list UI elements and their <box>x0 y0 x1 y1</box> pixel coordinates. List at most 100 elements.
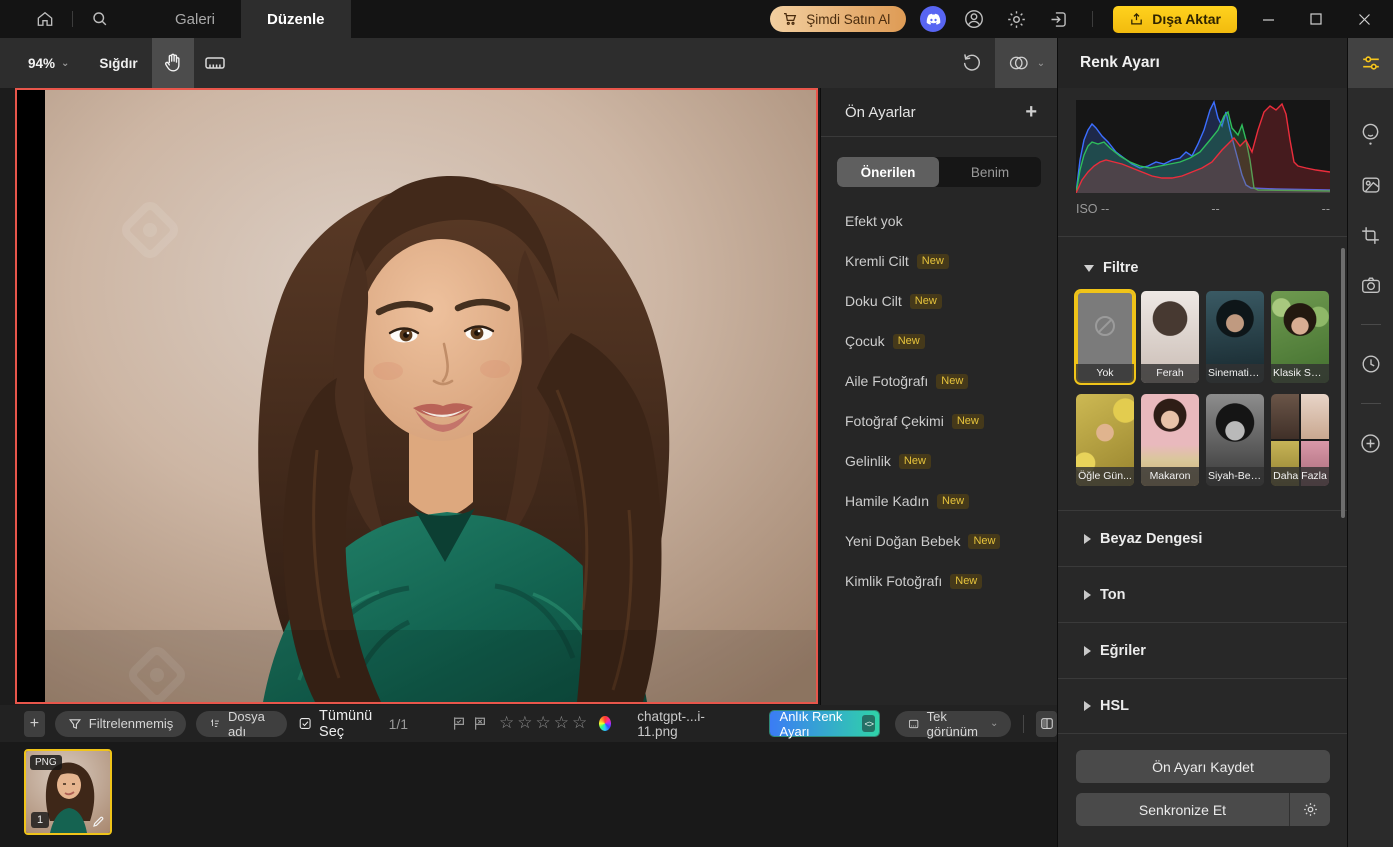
maximize-button[interactable] <box>1299 0 1333 38</box>
camera-icon <box>1360 274 1382 296</box>
selection-count: 1/1 <box>389 716 408 732</box>
preset-label: Gelinlik <box>845 453 891 469</box>
preset-item[interactable]: Fotoğraf ÇekimiNew <box>821 401 1057 441</box>
flag-reject-icon[interactable] <box>473 716 487 731</box>
export-button[interactable]: Dışa Aktar <box>1113 6 1237 33</box>
filter-tile[interactable]: Siyah-Bey... <box>1206 394 1264 486</box>
section-white-balance[interactable]: Beyaz Dengesi <box>1058 510 1347 566</box>
filter-tile-none[interactable]: Yok <box>1076 291 1134 383</box>
preset-item[interactable]: Hamile KadınNew <box>821 481 1057 521</box>
select-all-control[interactable]: Tümünü Seç 1/1 <box>299 708 408 740</box>
split-view-icon <box>1039 716 1055 731</box>
search-button[interactable] <box>79 0 121 38</box>
crop-tool[interactable] <box>1348 210 1393 260</box>
star-icon[interactable]: ☆ <box>554 715 569 732</box>
exif-value-center: -- <box>1211 202 1219 216</box>
preset-item[interactable]: GelinlikNew <box>821 441 1057 481</box>
history-tool[interactable] <box>1348 339 1393 389</box>
undo-button[interactable] <box>949 38 995 88</box>
add-tool[interactable] <box>1348 418 1393 468</box>
zoom-level-dropdown[interactable]: 94% ⌄ <box>28 56 69 71</box>
add-preset-button[interactable]: + <box>1025 102 1037 122</box>
compare-button[interactable]: ⌄ <box>995 38 1057 88</box>
minimize-button[interactable] <box>1251 0 1285 38</box>
filter-status-button[interactable]: Filtrelenmemiş <box>55 711 187 737</box>
save-preset-button[interactable]: Ön Ayarı Kaydet <box>1076 750 1330 783</box>
discord-icon <box>926 13 941 25</box>
presets-tabs: Önerilen Benim <box>837 157 1041 187</box>
sync-settings-button[interactable] <box>1290 793 1330 826</box>
exif-info-row: ISO -- -- -- <box>1076 202 1330 216</box>
section-title: Ton <box>1100 587 1126 603</box>
view-mode-dropdown[interactable]: Tek görünüm ⌄ <box>895 711 1011 737</box>
preset-item[interactable]: Kimlik FotoğrafıNew <box>821 561 1057 601</box>
hand-tool-button[interactable] <box>152 38 194 88</box>
home-button[interactable] <box>24 0 66 38</box>
color-panel-header: Renk Ayarı <box>1057 38 1347 88</box>
crop-icon <box>1360 225 1381 246</box>
preset-item[interactable]: Aile FotoğrafıNew <box>821 361 1057 401</box>
tab-recommended[interactable]: Önerilen <box>837 157 939 187</box>
account-button[interactable] <box>960 5 988 33</box>
tab-edit[interactable]: Düzenle <box>241 0 351 38</box>
fit-button[interactable]: Sığdır <box>99 56 137 71</box>
filter-tile[interactable]: Öğle Gün... <box>1076 394 1134 486</box>
filter-section-header[interactable]: Filtre <box>1084 260 1138 276</box>
star-icon[interactable]: ☆ <box>572 715 587 732</box>
section-hsl[interactable]: HSL <box>1058 678 1347 734</box>
preset-item[interactable]: ÇocukNew <box>821 321 1057 361</box>
filter-label: Ferah <box>1141 364 1199 383</box>
close-button[interactable] <box>1347 0 1381 38</box>
camera-tool[interactable] <box>1348 260 1393 310</box>
filter-tile-more[interactable]: Daha Fazla <box>1271 394 1329 486</box>
preset-item[interactable]: Yeni Doğan BebekNew <box>821 521 1057 561</box>
sync-label: Senkronize Et <box>1139 802 1226 818</box>
star-icon[interactable]: ☆ <box>499 715 514 732</box>
color-panel: ISO -- -- -- Filtre Yok Ferah Sinematik.… <box>1057 88 1347 847</box>
color-adjust-tool[interactable] <box>1348 38 1393 88</box>
histogram <box>1076 100 1330 193</box>
star-icon[interactable]: ☆ <box>536 715 551 732</box>
flag-pick-icon[interactable] <box>452 716 466 731</box>
sidebar-divider <box>1361 324 1381 325</box>
instant-color-button[interactable]: Anlık Renk Ayarı <> <box>770 711 880 736</box>
titlebar-divider-2 <box>1092 11 1093 27</box>
tab-gallery[interactable]: Galeri <box>149 0 241 38</box>
split-view-button[interactable] <box>1036 711 1057 737</box>
preset-item[interactable]: Efekt yok <box>821 201 1057 241</box>
filter-tile[interactable]: Klasik Sey... <box>1271 291 1329 383</box>
section-curves[interactable]: Eğriler <box>1058 622 1347 678</box>
section-title: HSL <box>1100 698 1129 714</box>
star-icon[interactable]: ☆ <box>517 715 532 732</box>
filter-tile[interactable]: Ferah <box>1141 291 1199 383</box>
filter-tile[interactable]: Makaron <box>1141 394 1199 486</box>
straighten-tool-button[interactable] <box>194 38 236 88</box>
tab-mine-label: Benim <box>971 165 1009 180</box>
photo-thumbnail[interactable]: PNG 1 <box>24 749 112 835</box>
preset-label: Aile Fotoğrafı <box>845 373 928 389</box>
section-tone[interactable]: Ton <box>1058 566 1347 622</box>
preset-item[interactable]: Kremli CiltNew <box>821 241 1057 281</box>
new-badge: New <box>968 534 1000 549</box>
settings-button[interactable] <box>1002 5 1030 33</box>
buy-now-button[interactable]: Şimdi Satın Al <box>770 6 906 32</box>
filter-label: Sinematik... <box>1206 364 1264 383</box>
sort-button[interactable]: Dosya adı <box>196 711 286 737</box>
portrait-retouch-tool[interactable] <box>1348 110 1393 160</box>
section-title: Beyaz Dengesi <box>1100 531 1202 547</box>
discord-button[interactable] <box>920 6 946 32</box>
filter-tile[interactable]: Sinematik... <box>1206 291 1264 383</box>
edit-pen-icon <box>92 815 105 828</box>
tab-mine[interactable]: Benim <box>939 157 1041 187</box>
chevron-down-icon: ⌄ <box>61 58 69 69</box>
add-photo-button[interactable]: + <box>24 711 45 737</box>
filter-label: Daha Fazla <box>1271 467 1329 486</box>
color-label-wheel[interactable] <box>599 716 611 731</box>
logout-button[interactable] <box>1044 5 1072 33</box>
preset-item[interactable]: Doku CiltNew <box>821 281 1057 321</box>
filter-tool[interactable] <box>1348 160 1393 210</box>
sync-button[interactable]: Senkronize Et <box>1076 793 1290 826</box>
photo-canvas[interactable] <box>15 88 818 704</box>
scrollbar[interactable] <box>1341 248 1345 518</box>
new-badge: New <box>917 254 949 269</box>
